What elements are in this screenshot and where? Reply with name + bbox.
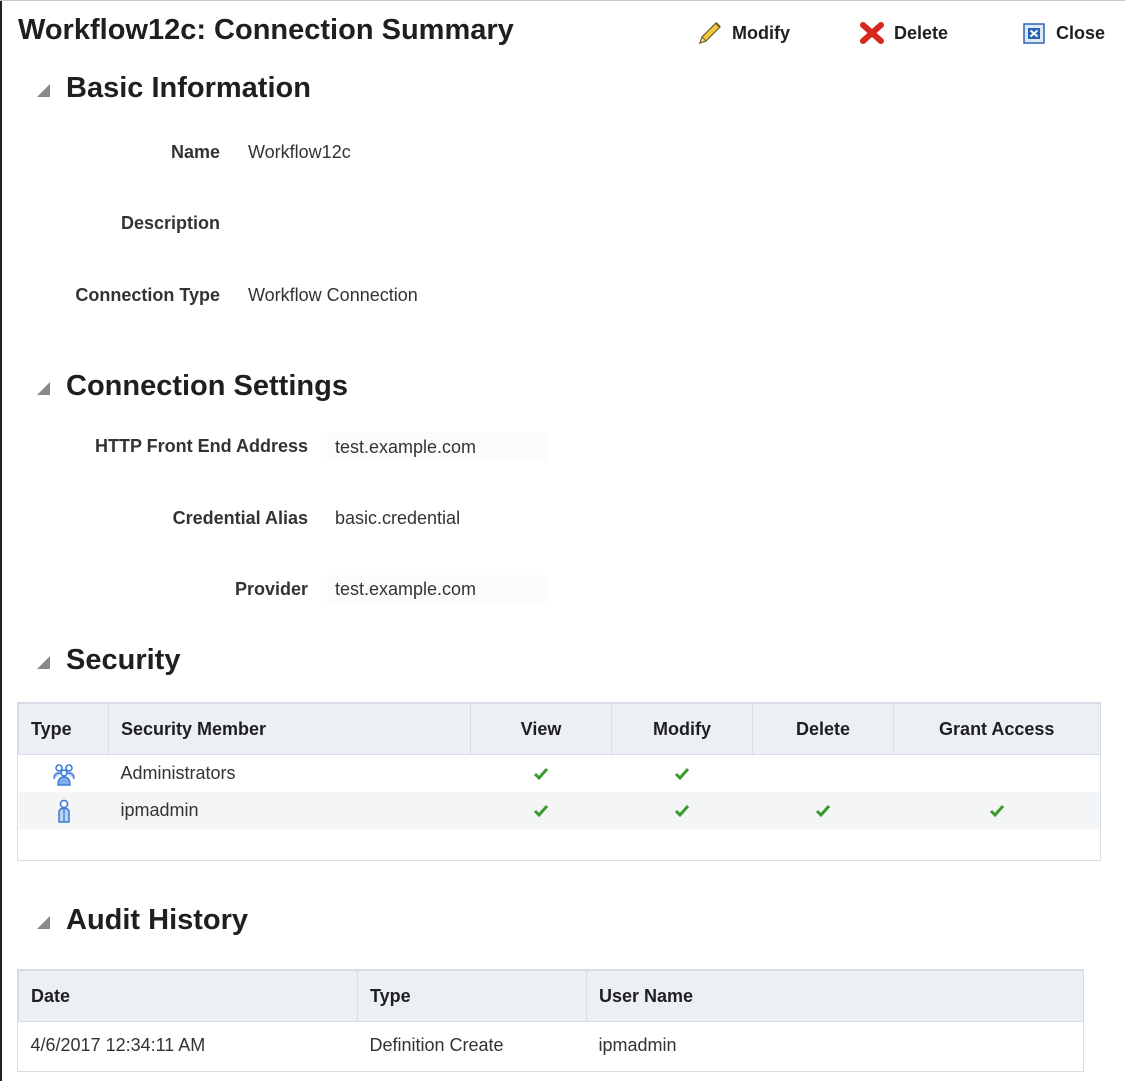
grant-access-cell bbox=[893, 792, 1100, 829]
checkmark-icon bbox=[533, 768, 549, 781]
name-value: Workflow12c bbox=[248, 142, 351, 162]
page-title: Workflow12c: Connection Summary bbox=[18, 14, 514, 46]
type-cell bbox=[19, 755, 109, 793]
close-window-icon bbox=[1023, 23, 1045, 44]
collapse-triangle-icon bbox=[37, 915, 50, 929]
pencil-icon bbox=[699, 22, 721, 44]
section-connection-settings[interactable]: Connection Settings bbox=[32, 370, 348, 403]
user-icon bbox=[57, 799, 70, 823]
date-cell: 4/6/2017 12:34:11 AM bbox=[30, 1035, 206, 1055]
modify-cell bbox=[612, 755, 753, 793]
provider-label: Provider bbox=[234, 579, 308, 599]
group-icon bbox=[52, 763, 75, 786]
security-table: Type Security Member View Modify Delete … bbox=[18, 703, 1100, 829]
checkmark-icon bbox=[533, 805, 549, 818]
col-header-delete[interactable]: Delete bbox=[752, 703, 894, 755]
col-header-modify[interactable]: Modify bbox=[611, 703, 753, 755]
description-label: Description bbox=[120, 213, 220, 233]
connection-type-value: Workflow Connection bbox=[248, 285, 418, 305]
section-basic-information[interactable]: Basic Information bbox=[32, 72, 311, 105]
page-header: Workflow12c: Connection Summary Modify D… bbox=[18, 12, 1125, 52]
delete-x-icon bbox=[860, 22, 884, 44]
section-title: Connection Settings bbox=[66, 370, 348, 402]
modify-button[interactable]: Modify bbox=[696, 20, 790, 46]
section-title: Security bbox=[66, 644, 181, 676]
col-header-view[interactable]: View bbox=[470, 703, 612, 755]
user-name-cell: ipmadmin bbox=[598, 1035, 677, 1055]
view-cell bbox=[471, 755, 612, 793]
provider-value: test.example.com bbox=[335, 579, 477, 599]
section-security[interactable]: Security bbox=[32, 644, 180, 677]
modify-label: Modify bbox=[732, 22, 790, 43]
col-header-date[interactable]: Date bbox=[18, 970, 358, 1022]
credential-alias-value: basic.credential bbox=[335, 508, 461, 528]
col-header-type[interactable]: Type bbox=[18, 703, 109, 755]
checkmark-icon bbox=[674, 768, 690, 781]
table-row[interactable]: Administrators bbox=[19, 755, 1100, 793]
close-button[interactable]: Close bbox=[1020, 20, 1105, 46]
audit-header-row: Date Type User Name bbox=[18, 970, 1083, 1022]
type-cell bbox=[18, 792, 109, 829]
close-label: Close bbox=[1056, 22, 1106, 43]
checkmark-icon bbox=[674, 805, 690, 818]
delete-label: Delete bbox=[894, 22, 949, 43]
delete-button[interactable]: Delete bbox=[858, 20, 948, 46]
section-title: Basic Information bbox=[66, 72, 311, 104]
delete-cell bbox=[753, 755, 894, 793]
col-header-security-member[interactable]: Security Member bbox=[108, 703, 471, 755]
type-cell: Definition Create bbox=[369, 1035, 504, 1055]
credential-alias-label: Credential Alias bbox=[172, 508, 308, 528]
section-title: Audit History bbox=[66, 904, 249, 936]
frame-border-top bbox=[0, 0, 1125, 1]
collapse-triangle-icon bbox=[37, 381, 50, 395]
audit-history-table: Date Type User Name 4/6/2017 12:34:11 AM… bbox=[18, 970, 1083, 1069]
table-row[interactable]: 4/6/2017 12:34:11 AM Definition Create i… bbox=[19, 1022, 1083, 1070]
modify-cell bbox=[611, 792, 753, 829]
delete-cell bbox=[752, 792, 894, 829]
checkmark-icon bbox=[815, 805, 831, 818]
table-row[interactable]: ipmadmin bbox=[18, 792, 1100, 829]
collapse-triangle-icon bbox=[37, 655, 50, 669]
col-header-type[interactable]: Type bbox=[357, 970, 587, 1022]
view-cell bbox=[470, 792, 612, 829]
connection-type-label: Connection Type bbox=[75, 285, 220, 305]
security-header-row: Type Security Member View Modify Delete … bbox=[18, 703, 1100, 755]
col-header-grant-access[interactable]: Grant Access bbox=[893, 703, 1100, 755]
col-header-user-name[interactable]: User Name bbox=[586, 970, 1083, 1022]
http-front-end-label: HTTP Front End Address bbox=[94, 436, 308, 456]
member-cell: Administrators bbox=[120, 763, 236, 783]
http-front-end-value: test.example.com bbox=[335, 437, 477, 457]
member-cell: ipmadmin bbox=[108, 792, 471, 829]
frame-border-left bbox=[0, 0, 2, 1081]
section-audit-history[interactable]: Audit History bbox=[32, 904, 248, 937]
grant-access-cell bbox=[894, 755, 1100, 793]
checkmark-icon bbox=[989, 805, 1004, 818]
name-label: Name bbox=[170, 142, 220, 162]
collapse-triangle-icon bbox=[37, 83, 50, 97]
